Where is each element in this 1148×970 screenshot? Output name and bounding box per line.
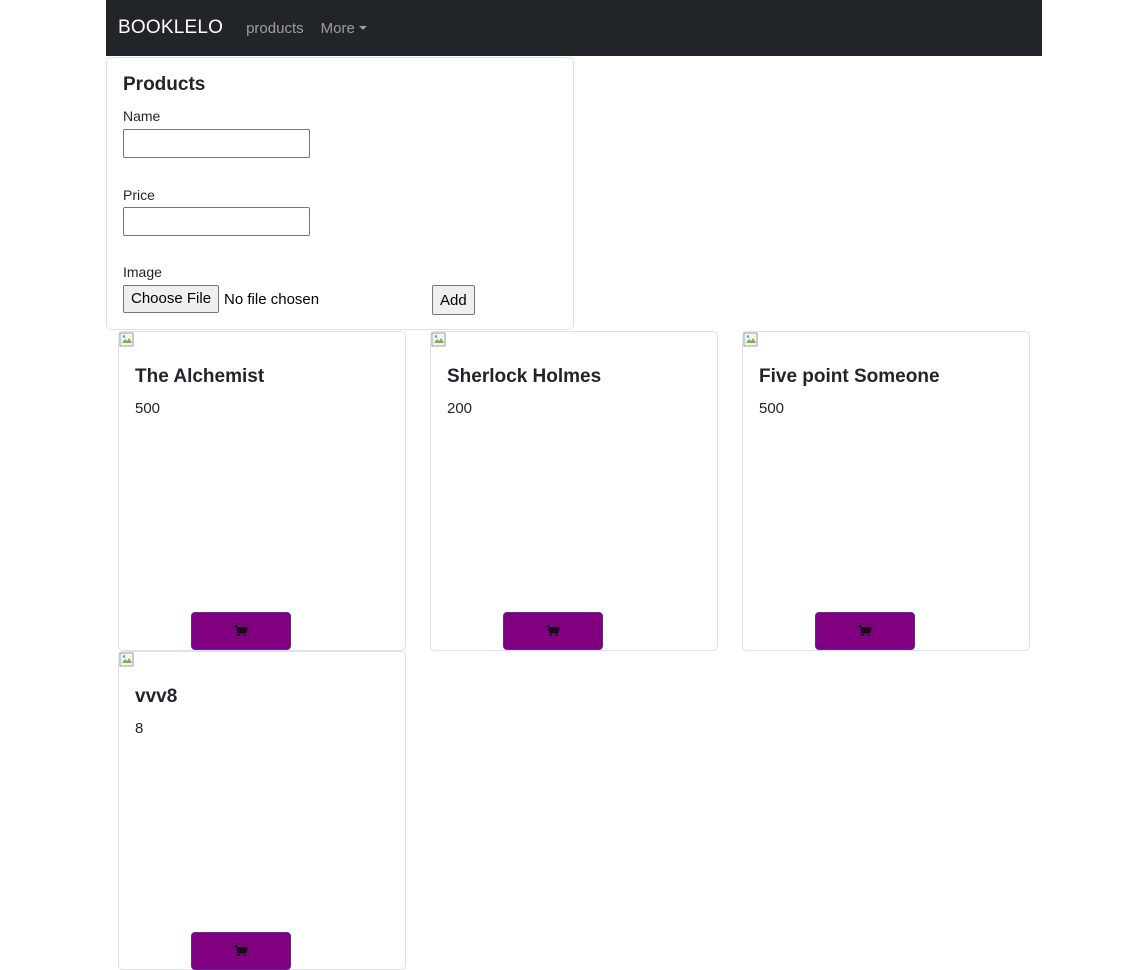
name-input[interactable] [123,129,310,158]
product-card: The Alchemist 500 [118,331,406,651]
product-title: vvv8 [135,686,178,707]
add-to-cart-button[interactable] [503,612,603,650]
product-title: The Alchemist [135,366,265,387]
add-to-cart-button[interactable] [191,612,291,650]
product-price: 500 [759,400,785,417]
broken-image-icon [119,332,134,347]
price-label: Price [123,187,155,203]
product-card: Sherlock Holmes 200 [430,331,718,651]
name-label: Name [123,108,161,124]
price-input[interactable] [123,207,310,236]
choose-file-button[interactable]: Choose File [123,285,220,313]
nav-link-products[interactable]: products [246,20,304,37]
product-price: 8 [135,720,144,737]
add-button[interactable]: Add [432,285,475,315]
caret-down-icon [358,26,367,30]
add-to-cart-button[interactable] [815,612,915,650]
add-product-form: Products Name Price Image Choose File No… [106,57,574,330]
file-status-text: No file chosen [224,290,320,308]
add-to-cart-button[interactable] [191,932,291,970]
product-price: 200 [447,400,473,417]
broken-image-icon [119,652,134,667]
product-price: 500 [135,400,161,417]
cart-icon [858,625,872,637]
broken-image-icon [743,332,758,347]
nav-dropdown-more-label: More [320,19,355,37]
image-label: Image [123,264,162,280]
broken-image-icon [431,332,446,347]
brand-link[interactable]: BOOKLELO [118,17,223,39]
nav-link-products-label: products [246,19,304,37]
cart-icon [234,945,248,957]
form-title: Products [123,74,206,95]
product-title: Five point Someone [759,366,940,387]
product-title: Sherlock Holmes [447,366,602,387]
cart-icon [234,625,248,637]
cart-icon [546,625,560,637]
nav-dropdown-more[interactable]: More [321,20,367,37]
image-file-input: Choose File No file chosen [123,285,319,313]
product-card: Five point Someone 500 [742,331,1030,651]
navbar: BOOKLELO products More [106,0,1042,56]
product-card: vvv8 8 [118,651,406,970]
